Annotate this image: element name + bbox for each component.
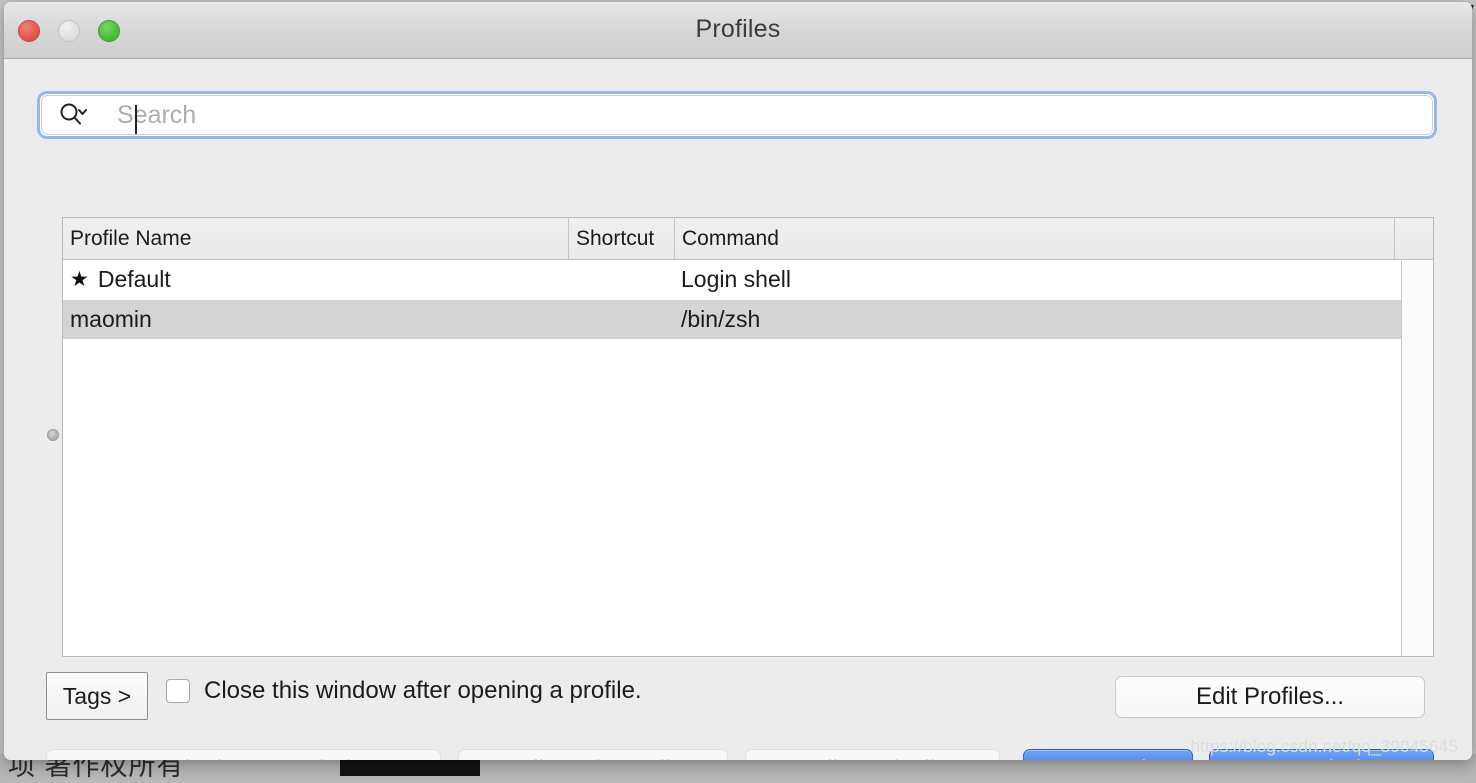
search-field-focus-ring: Search (37, 91, 1437, 139)
watermark: https://blog.csdn.net/qq_39045645 (1191, 737, 1458, 757)
star-icon: ★ (70, 269, 89, 290)
table-row[interactable]: ★ Default Login shell (63, 260, 1433, 300)
close-after-open-row[interactable]: Close this window after opening a profil… (166, 677, 642, 705)
column-header-command[interactable]: Command (674, 218, 1394, 259)
edit-profiles-button[interactable]: Edit Profiles... (1115, 676, 1425, 718)
page-title: Profiles (4, 15, 1472, 44)
resize-handle-dot[interactable] (47, 429, 59, 441)
split-vertically-button[interactable]: Split Vertically (745, 749, 1000, 760)
table-body: ★ Default Login shell maomin /bin/zsh (63, 260, 1433, 656)
column-header-profile-name[interactable]: Profile Name (63, 218, 568, 259)
cell-profile-name: maomin (63, 306, 568, 333)
text-cursor (135, 105, 137, 134)
close-after-open-label: Close this window after opening a profil… (204, 677, 642, 705)
table-row[interactable]: maomin /bin/zsh (63, 300, 1433, 340)
profiles-window: Profiles Search Profile Name (4, 2, 1472, 760)
options-row: Tags > Close this window after opening a… (4, 671, 1472, 721)
profile-name-text: maomin (70, 306, 152, 333)
cell-command: /bin/zsh (674, 306, 1433, 333)
column-header-shortcut[interactable]: Shortcut (568, 218, 674, 259)
search-placeholder: Search (117, 101, 196, 130)
cell-profile-name: ★ Default (63, 266, 568, 293)
new-tabs-in-new-window-button[interactable]: New Tabs in New Window (46, 749, 441, 760)
table-header-row: Profile Name Shortcut Command (63, 218, 1433, 260)
search-input[interactable]: Search (41, 95, 1433, 135)
split-horizontally-button[interactable]: Split Horizontally (458, 749, 728, 760)
table-scrollbar[interactable] (1401, 261, 1433, 656)
window-body: Search Profile Name Shortcut Command ★ D… (4, 59, 1472, 760)
column-header-spacer (1394, 218, 1433, 259)
profile-name-text: Default (98, 266, 171, 293)
search-icon[interactable] (57, 100, 87, 130)
profiles-table: Profile Name Shortcut Command ★ Default … (62, 217, 1434, 657)
cell-command: Login shell (674, 266, 1433, 293)
window-titlebar[interactable]: Profiles (4, 2, 1472, 59)
tags-button[interactable]: Tags > (46, 672, 148, 720)
new-tab-button[interactable]: New Tab (1023, 749, 1193, 760)
close-after-open-checkbox[interactable] (166, 679, 190, 703)
